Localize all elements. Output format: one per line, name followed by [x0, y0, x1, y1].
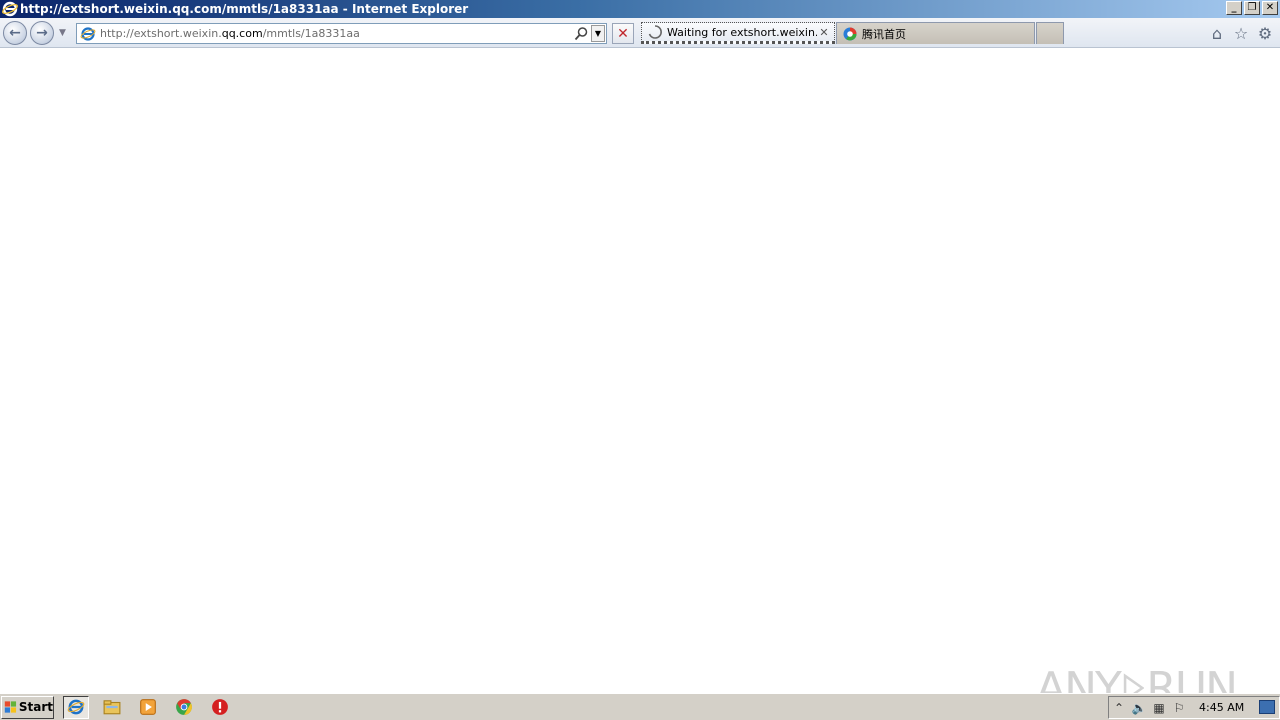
new-tab-button[interactable] — [1036, 22, 1064, 44]
taskbar-chrome-button[interactable] — [171, 696, 197, 719]
close-tab-icon[interactable]: ✕ — [817, 26, 831, 39]
forward-button[interactable]: → — [30, 21, 54, 45]
folder-icon — [103, 700, 121, 715]
address-input[interactable]: http://extshort.weixin.qq.com/mmtls/1a83… — [100, 27, 573, 40]
page-content: ANY RUN — [0, 48, 1280, 714]
show-desktop-button[interactable] — [1259, 700, 1275, 714]
loading-spinner-icon — [648, 25, 662, 39]
media-player-icon — [140, 699, 156, 715]
start-button[interactable]: Start — [1, 695, 54, 719]
window-controls: _ ❐ ✕ — [1226, 1, 1278, 15]
quick-launch — [63, 695, 233, 719]
window-title: http://extshort.weixin.qq.com/mmtls/1a83… — [20, 2, 469, 16]
address-bar[interactable]: http://extshort.weixin.qq.com/mmtls/1a83… — [76, 23, 607, 44]
search-icon[interactable] — [573, 26, 589, 42]
network-icon[interactable]: ▦ — [1149, 700, 1169, 716]
action-center-flag-icon[interactable]: ⚐ — [1169, 700, 1189, 716]
toolbar-icons: ⌂ ☆ ⚙ — [1208, 24, 1274, 43]
internet-explorer-icon — [2, 1, 18, 17]
stop-button[interactable]: ✕ — [612, 23, 634, 44]
taskbar-ie-button[interactable] — [63, 695, 89, 719]
url-domain: qq.com — [221, 27, 263, 40]
clock[interactable]: 4:45 AM — [1199, 701, 1244, 714]
close-button[interactable]: ✕ — [1262, 1, 1278, 15]
favorites-star-icon[interactable]: ☆ — [1232, 24, 1250, 43]
internet-explorer-icon — [67, 699, 85, 715]
taskbar-media-player-button[interactable] — [135, 696, 161, 719]
recent-pages-dropdown-icon[interactable]: ▼ — [59, 28, 69, 38]
show-hidden-icons-chevron-icon[interactable]: ⌃ — [1109, 700, 1129, 716]
address-dropdown-button[interactable]: ▼ — [591, 25, 605, 42]
taskbar-antivirus-button[interactable] — [207, 696, 233, 719]
minimize-button[interactable]: _ — [1226, 1, 1242, 15]
start-label: Start — [18, 700, 53, 714]
tab-label: Waiting for extshort.weixin.... — [667, 25, 817, 39]
ie-page-icon — [80, 26, 96, 41]
taskbar: Start ⌃ 🔈 ▦ ⚐ 4:45 AM — [0, 693, 1280, 720]
url-suffix: /mmtls/1a8331aa — [262, 27, 360, 40]
back-button[interactable]: ← — [3, 21, 27, 45]
url-prefix: http://extshort.weixin. — [100, 27, 222, 40]
taskbar-explorer-button[interactable] — [99, 696, 125, 719]
volume-icon[interactable]: 🔈 — [1129, 700, 1149, 716]
gear-icon[interactable]: ⚙ — [1256, 24, 1274, 43]
tab-waiting[interactable]: Waiting for extshort.weixin.... ✕ — [641, 22, 835, 44]
tab-tencent-home[interactable]: 腾讯首页 — [836, 22, 1035, 44]
antivirus-alert-icon — [212, 699, 228, 715]
system-tray: ⌃ 🔈 ▦ ⚐ 4:45 AM — [1108, 696, 1280, 719]
restore-button[interactable]: ❐ — [1244, 1, 1260, 15]
navigation-bar: ← → ▼ http://extshort.weixin.qq.com/mmtl… — [0, 18, 1280, 48]
tencent-logo-icon — [843, 27, 857, 40]
title-bar: http://extshort.weixin.qq.com/mmtls/1a83… — [0, 0, 1280, 18]
chrome-icon — [176, 699, 192, 715]
windows-logo-icon — [4, 701, 17, 713]
home-icon[interactable]: ⌂ — [1208, 24, 1226, 43]
tab-label: 腾讯首页 — [862, 27, 906, 41]
